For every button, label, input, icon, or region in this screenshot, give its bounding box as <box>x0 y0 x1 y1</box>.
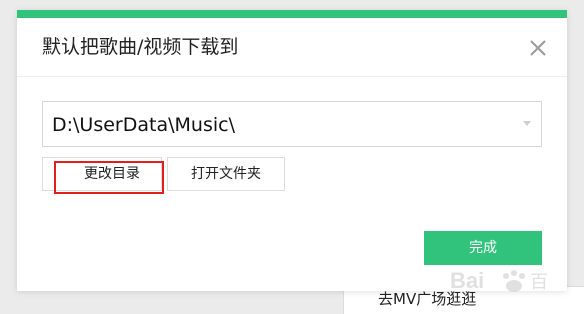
download-path-value: D:\UserData\Music\ <box>52 114 235 136</box>
dialog-title: 默认把歌曲/视频下载到 <box>42 36 239 58</box>
header-divider <box>17 76 567 77</box>
change-directory-button[interactable]: 更改目录 <box>42 157 164 194</box>
chevron-down-icon[interactable] <box>523 121 531 126</box>
open-folder-button[interactable]: 打开文件夹 <box>167 157 285 191</box>
dialog-accent-bar <box>17 10 567 18</box>
svg-text:Bai: Bai <box>450 268 484 293</box>
done-label: 完成 <box>469 240 497 256</box>
svg-text:百: 百 <box>530 272 548 292</box>
download-location-dialog: 默认把歌曲/视频下载到 D:\UserData\Music\ 更改目录 打开文件… <box>17 10 567 291</box>
change-directory-label: 更改目录 <box>84 166 140 182</box>
download-path-select[interactable]: D:\UserData\Music\ <box>42 101 542 147</box>
close-icon <box>530 40 546 56</box>
close-button[interactable] <box>526 36 550 60</box>
baidu-watermark-logo: Bai 百 <box>450 268 548 293</box>
done-button[interactable]: 完成 <box>424 231 542 265</box>
open-folder-label: 打开文件夹 <box>191 166 261 182</box>
